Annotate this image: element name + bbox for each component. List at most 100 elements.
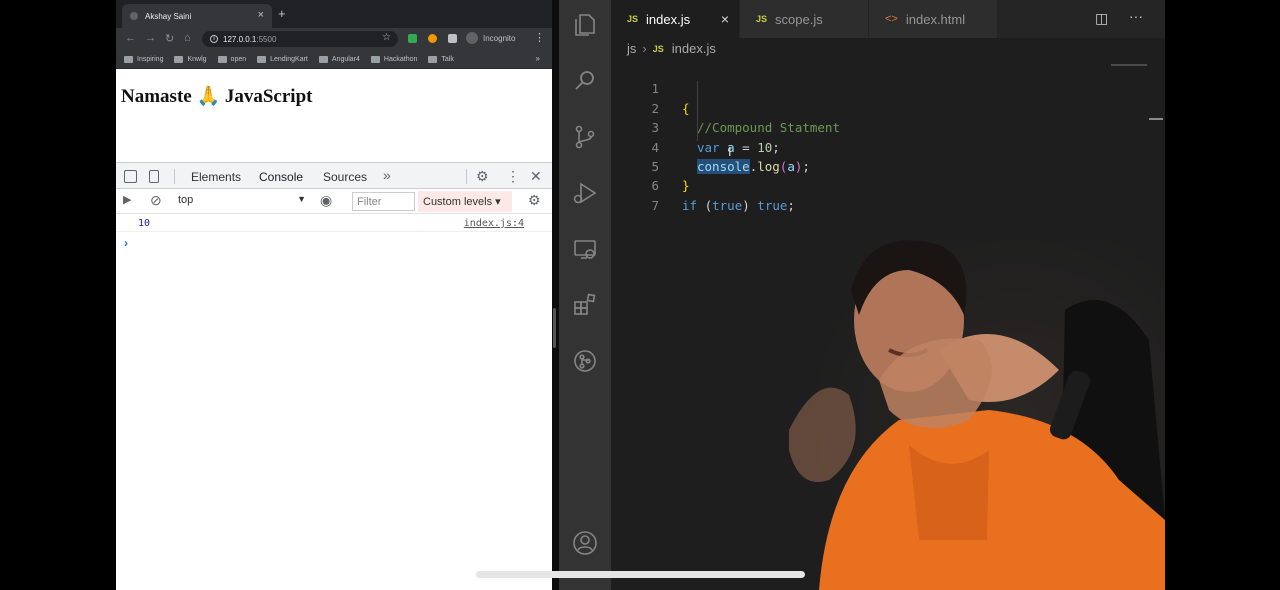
minimap[interactable] — [1111, 64, 1147, 66]
tab-label: index.html — [905, 11, 966, 27]
close-tab-icon[interactable]: × — [721, 11, 729, 27]
bookmark-folder[interactable]: Hackathon — [370, 55, 418, 63]
tab-elements[interactable]: Elements — [191, 170, 241, 184]
home-indicator[interactable] — [476, 571, 805, 578]
code-line: 6 if (true) true; — [611, 157, 1151, 212]
extensions-puzzle-icon[interactable] — [448, 34, 457, 43]
log-value: 10 — [138, 218, 151, 229]
code-line: 5 } — [611, 138, 1151, 193]
breadcrumb-file[interactable]: index.js — [672, 41, 716, 56]
more-actions-icon[interactable]: ··· — [1129, 8, 1143, 24]
new-tab-button[interactable]: + — [278, 6, 286, 21]
chevron-down-icon: ▼ — [297, 194, 306, 204]
run-debug-icon[interactable] — [572, 180, 598, 206]
bookmark-folder[interactable]: Inspiring — [124, 55, 163, 63]
bookmark-folder[interactable]: Angular4 — [318, 55, 360, 63]
code-line: 2 //Compound Statment — [611, 79, 1151, 135]
devtools-toolbar: Elements Console Sources » ⚙ ⋮ ✕ — [116, 162, 552, 191]
tab-label: index.js — [646, 11, 691, 27]
context-selector[interactable]: top ▼ — [178, 194, 306, 209]
browser-menu-icon[interactable]: ⋮ — [534, 31, 545, 44]
log-source-link[interactable]: index.js:4 — [464, 218, 524, 229]
extension-icon[interactable] — [408, 34, 417, 43]
bookmark-folder[interactable]: open — [217, 55, 247, 63]
close-devtools-icon[interactable]: ✕ — [530, 168, 542, 185]
bookmark-label: LendingKart — [270, 55, 308, 63]
files-icon[interactable] — [572, 12, 598, 38]
inspect-element-icon[interactable] — [124, 170, 137, 183]
activity-bar — [559, 0, 611, 590]
console-prompt[interactable]: › — [124, 236, 128, 250]
more-tabs-icon[interactable]: » — [383, 167, 391, 183]
sidebar-toggle-icon[interactable]: ▶ — [123, 193, 131, 206]
bookmark-label: open — [230, 55, 247, 63]
context-value: top — [178, 194, 194, 206]
breadcrumb-folder[interactable]: js — [627, 41, 636, 56]
tab-close-icon[interactable]: × — [258, 9, 264, 21]
indent-guide — [697, 81, 698, 141]
line-number: 7 — [651, 197, 659, 213]
token-keyword: if — [682, 197, 698, 213]
site-info-icon[interactable]: i — [210, 35, 218, 43]
folder-icon — [257, 55, 267, 63]
extension-icon[interactable] — [428, 34, 437, 43]
split-divider[interactable] — [552, 0, 559, 590]
bookmark-label: Knwlg — [187, 55, 207, 63]
tab-scope-js[interactable]: JS scope.js — [740, 0, 868, 38]
js-file-icon: JS — [652, 43, 664, 54]
bookmarks-overflow-icon[interactable]: » — [536, 54, 540, 63]
clear-console-icon[interactable]: ⊘ — [150, 192, 162, 209]
account-icon[interactable] — [572, 530, 598, 556]
tab-index-js[interactable]: JS index.js × — [611, 0, 739, 38]
console-settings-icon[interactable]: ⚙ — [528, 192, 541, 209]
tab-favicon — [130, 12, 138, 20]
more-options-icon[interactable]: ⋮ — [506, 168, 520, 185]
bookmark-folder[interactable]: Talk — [428, 55, 454, 63]
filter-input[interactable]: Filter — [352, 192, 415, 211]
presenter-video — [789, 240, 1165, 590]
live-expression-eye-icon[interactable]: ◉ — [320, 192, 332, 209]
settings-gear-icon[interactable]: ⚙ — [476, 168, 489, 185]
split-editor-icon[interactable]: ◫ — [1095, 10, 1108, 27]
browser-tab[interactable]: Akshay Saini × — [122, 4, 272, 28]
bookmark-folder[interactable]: LendingKart — [257, 55, 308, 63]
folder-icon — [124, 55, 133, 63]
tab-title: Akshay Saini — [145, 11, 192, 21]
bookmark-star-icon[interactable]: ☆ — [382, 32, 391, 43]
url-host: 127.0.0.1 — [223, 34, 257, 44]
folder-icon — [174, 55, 184, 63]
tab-label: scope.js — [775, 11, 823, 27]
remote-explorer-icon[interactable] — [572, 236, 598, 262]
folder-icon — [370, 55, 380, 63]
tab-console[interactable]: Console — [250, 170, 312, 191]
log-levels-dropdown[interactable]: Custom levels ▾ — [418, 191, 512, 212]
incognito-label: Incognito — [483, 33, 516, 43]
page-heading: Namaste 🙏 JavaScript — [121, 86, 313, 107]
scrollbar[interactable] — [1149, 118, 1163, 120]
address-bar[interactable]: i 127.0.0.1:5500 — [202, 31, 398, 47]
tab-index-html[interactable]: <> index.html — [869, 0, 997, 38]
token-semicolon: ; — [787, 197, 795, 213]
html-file-icon: <> — [885, 13, 898, 25]
back-icon[interactable]: ← — [125, 32, 136, 44]
search-icon[interactable] — [572, 68, 598, 94]
device-toolbar-icon[interactable] — [149, 170, 159, 183]
bookmark-label: Hackathon — [383, 55, 418, 63]
resize-handle[interactable] — [553, 308, 556, 348]
incognito-indicator[interactable]: Incognito — [466, 32, 515, 44]
breadcrumb: js › JS index.js — [627, 41, 716, 56]
source-control-icon[interactable] — [572, 124, 598, 150]
forward-icon[interactable]: → — [145, 32, 156, 44]
bookmark-folder[interactable]: Knwlg — [174, 55, 207, 63]
editor-tabs: JS index.js × JS scope.js <> index.html … — [611, 0, 1165, 38]
code-area[interactable]: 1 { 2 //Compound Statment 3 var a = 10; … — [611, 60, 1151, 212]
extensions-icon[interactable] — [572, 292, 598, 318]
reload-icon[interactable]: ↻ — [165, 32, 174, 45]
tab-strip: Akshay Saini × + — [116, 0, 552, 28]
tab-sources[interactable]: Sources — [323, 170, 367, 184]
git-graph-icon[interactable] — [572, 348, 598, 374]
home-icon[interactable]: ⌂ — [184, 32, 191, 44]
console-toolbar: ▶ ⊘ top ▼ ◉ Filter Custom levels ▾ ⚙ — [116, 189, 552, 214]
code-line: 1 { — [611, 60, 1151, 115]
url-port: :5500 — [256, 34, 277, 44]
